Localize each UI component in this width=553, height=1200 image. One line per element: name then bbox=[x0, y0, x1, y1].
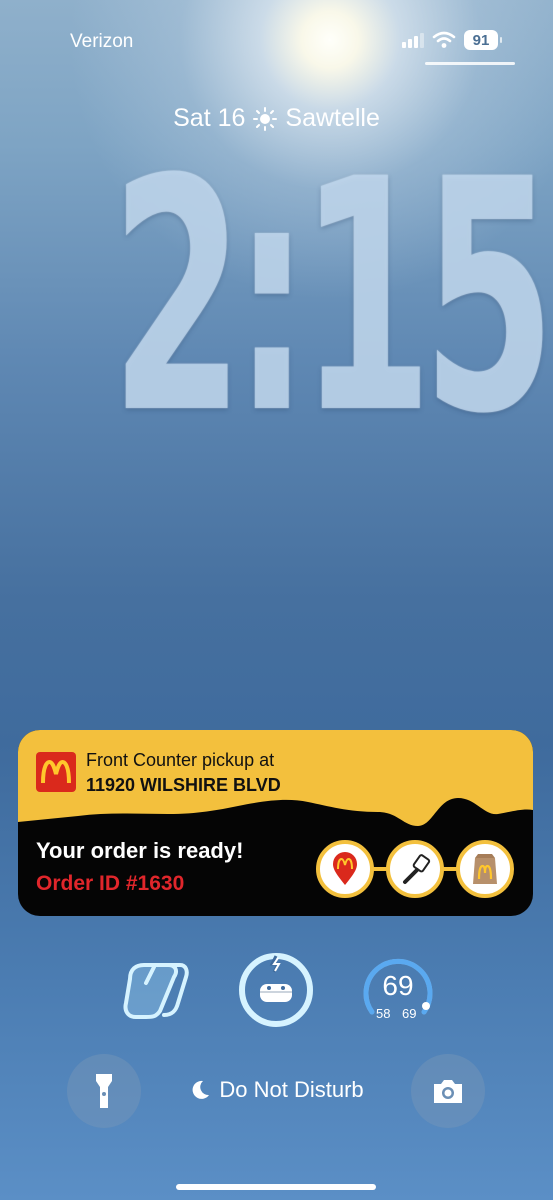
high-temperature: 69 bbox=[402, 1006, 417, 1021]
order-status: Your order is ready! bbox=[36, 838, 244, 863]
pickup-address: 11920 WILSHIRE BLVD bbox=[86, 775, 281, 795]
status-indicator bbox=[425, 62, 515, 65]
weather-temperature-widget[interactable]: 69 58 69 bbox=[358, 950, 438, 1030]
lock-screen-widgets: 69 58 69 bbox=[0, 950, 553, 1030]
moon-icon bbox=[192, 1080, 210, 1099]
order-progress-tracker bbox=[316, 840, 516, 898]
location-pin-step-icon bbox=[316, 840, 374, 898]
mcdonalds-live-activity[interactable]: Front Counter pickup at 11920 WILSHIRE B… bbox=[18, 730, 533, 916]
airpods-charging-icon bbox=[239, 953, 313, 1027]
copilot-widget[interactable] bbox=[114, 950, 194, 1030]
wifi-icon bbox=[432, 31, 456, 48]
current-temperature: 69 bbox=[382, 970, 414, 1001]
carrier-label: Verizon bbox=[70, 31, 134, 52]
bag-step-icon bbox=[456, 840, 514, 898]
camera-icon bbox=[434, 1080, 462, 1103]
signal-icon bbox=[402, 32, 424, 48]
low-temperature: 58 bbox=[376, 1006, 391, 1021]
airpods-battery-widget[interactable] bbox=[236, 950, 316, 1030]
mcdonalds-logo-icon bbox=[36, 752, 76, 792]
focus-label: Do Not Disturb bbox=[219, 1077, 364, 1102]
status-icons: 91 bbox=[402, 30, 502, 50]
spatula-step-icon bbox=[386, 840, 444, 898]
home-indicator[interactable] bbox=[176, 1184, 376, 1190]
copilot-icon bbox=[123, 963, 189, 1019]
battery-level: 91 bbox=[472, 31, 490, 49]
clock-time: 2:15 bbox=[110, 112, 553, 484]
battery-icon: 91 bbox=[464, 30, 502, 50]
camera-button[interactable] bbox=[411, 1054, 485, 1128]
pickup-description: Front Counter pickup at bbox=[86, 750, 275, 770]
status-bar: Verizon 91 bbox=[0, 0, 553, 80]
order-id: Order ID #1630 bbox=[36, 872, 185, 895]
